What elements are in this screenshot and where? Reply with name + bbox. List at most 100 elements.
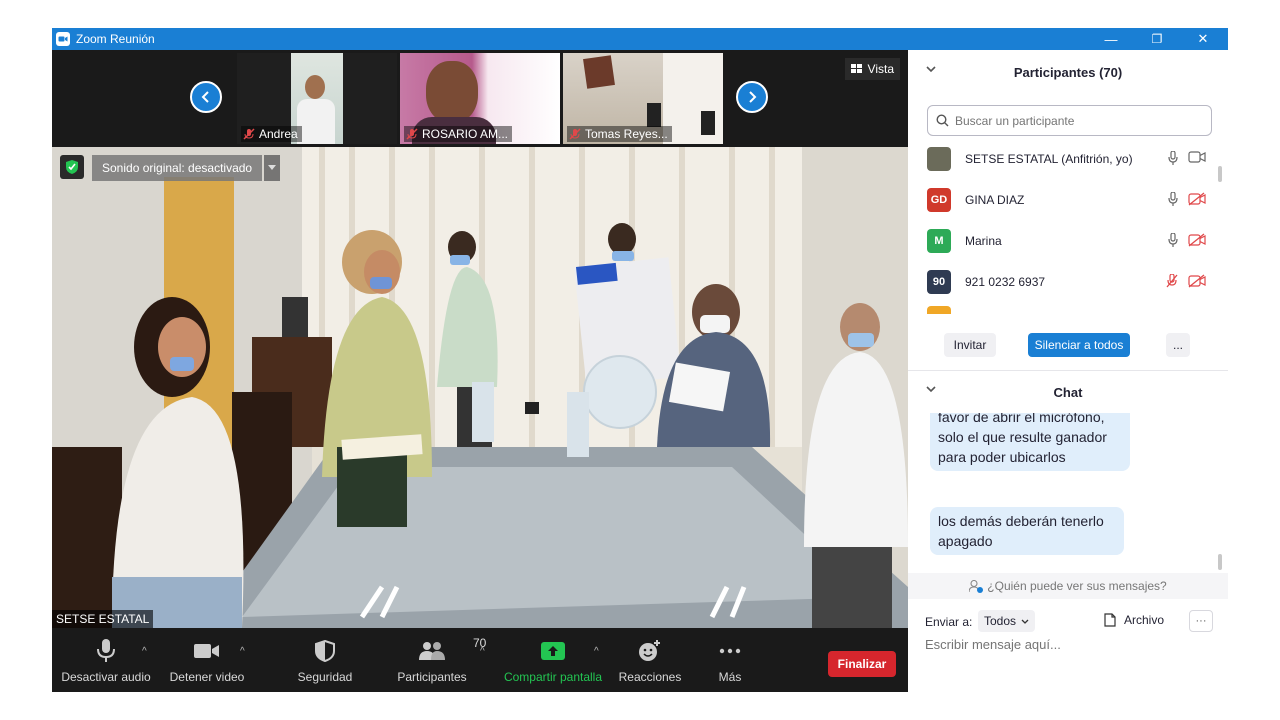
participant-row[interactable]: SETSE ESTATAL (Anfitrión, yo): [908, 138, 1228, 179]
video-area: Andrea ROSARIO AM... Tomas Reyes... Vist…: [52, 50, 908, 692]
avatar: GD: [927, 187, 951, 212]
mute-all-button[interactable]: Silenciar a todos: [1028, 333, 1130, 357]
caret-down-icon: [268, 165, 277, 170]
chat-header[interactable]: Chat: [908, 370, 1228, 414]
participants-more-button[interactable]: ...: [1166, 333, 1190, 357]
chat-title: Chat: [1053, 384, 1083, 400]
thumbnail-name: ROSARIO AM...: [422, 127, 509, 141]
participants-button[interactable]: 70 Participantes: [392, 636, 486, 684]
participant-list: SETSE ESTATAL (Anfitrión, yo) GD GINA DI…: [908, 138, 1228, 314]
participant-row[interactable]: M Marina: [908, 220, 1228, 261]
mute-audio-label: Desactivar audio: [61, 670, 151, 684]
stop-video-button[interactable]: Detener video: [164, 638, 250, 684]
next-page-button[interactable]: [736, 81, 768, 113]
smiley-add-icon: [639, 640, 660, 661]
original-sound-dropdown[interactable]: [264, 155, 281, 181]
original-sound-label: Sonido original: desactivado: [92, 155, 263, 181]
audio-options-caret[interactable]: ^: [142, 646, 147, 657]
video-thumbnail[interactable]: Andrea: [237, 53, 397, 144]
shield-icon: [66, 160, 78, 174]
chat-send-row: Enviar a: Todos Archivo ···: [908, 607, 1228, 637]
microphone-icon[interactable]: [1168, 151, 1178, 165]
thumbnail-label: Andrea: [241, 126, 302, 142]
video-off-icon[interactable]: [1188, 192, 1206, 206]
chevron-down-icon: [926, 386, 936, 393]
video-thumbnail[interactable]: ROSARIO AM...: [400, 53, 560, 144]
reactions-button[interactable]: Reacciones: [616, 638, 684, 684]
who-can-see-messages[interactable]: ¿Quién puede ver sus mensajes?: [908, 573, 1228, 599]
participant-row[interactable]: GD GINA DIAZ: [908, 179, 1228, 220]
file-icon: [1104, 613, 1116, 627]
chat-message: favor de abrir el micrófono, solo el que…: [930, 413, 1130, 471]
video-options-caret[interactable]: ^: [240, 646, 245, 657]
file-button[interactable]: Archivo: [1104, 613, 1164, 627]
video-camera-icon: [194, 644, 219, 658]
chevron-left-icon: [201, 91, 209, 103]
participant-row[interactable]: 90 921 0232 6937: [908, 261, 1228, 302]
chat-more-button[interactable]: ···: [1189, 610, 1213, 632]
participant-name: Marina: [965, 233, 1002, 248]
mic-muted-icon[interactable]: [1166, 274, 1178, 288]
restore-button[interactable]: ❐: [1134, 28, 1180, 50]
thumbnail-label: ROSARIO AM...: [404, 126, 513, 142]
video-camera-icon[interactable]: [1188, 151, 1206, 163]
thumbnail-label: Tomas Reyes...: [567, 126, 672, 142]
send-to-value: Todos: [984, 614, 1017, 628]
participant-search[interactable]: [927, 105, 1212, 136]
participant-search-input[interactable]: [955, 113, 1195, 128]
zoom-logo-icon: [56, 32, 70, 46]
security-button[interactable]: Seguridad: [290, 638, 360, 684]
search-icon: [936, 114, 949, 127]
chevron-down-icon: [926, 66, 936, 73]
microphone-icon[interactable]: [1168, 233, 1178, 247]
participant-name: GINA DIAZ: [965, 192, 1025, 207]
microphone-icon: [97, 639, 115, 662]
share-screen-button[interactable]: Compartir pantalla: [502, 638, 604, 684]
who-sees-label: ¿Quién puede ver sus mensajes?: [987, 579, 1167, 593]
zoom-window: Zoom Reunión — ❐ ✕ Andrea ROSARIO AM... …: [52, 28, 1228, 692]
security-label: Seguridad: [297, 670, 353, 684]
video-off-icon[interactable]: [1188, 233, 1206, 247]
video-off-icon[interactable]: [1188, 274, 1206, 288]
thumbnail-strip: Andrea ROSARIO AM... Tomas Reyes... Vist…: [52, 50, 908, 147]
grid-view-icon: [850, 63, 862, 73]
mute-audio-button[interactable]: Desactivar audio: [61, 638, 151, 684]
share-options-caret[interactable]: ^: [594, 646, 599, 657]
chat-message-input[interactable]: [925, 637, 1215, 652]
original-sound-toggle[interactable]: Sonido original: desactivado: [92, 155, 281, 181]
view-label: Vista: [867, 62, 894, 76]
meeting-room-scene: [52, 147, 908, 628]
main-speaker-video[interactable]: Sonido original: desactivado SETSE ESTAT…: [52, 147, 908, 628]
minimize-button[interactable]: —: [1088, 28, 1134, 50]
end-meeting-button[interactable]: Finalizar: [828, 651, 896, 677]
share-screen-label: Compartir pantalla: [503, 670, 603, 684]
close-button[interactable]: ✕: [1180, 28, 1226, 50]
mic-muted-icon: [569, 128, 581, 140]
avatar: M: [927, 228, 951, 253]
more-label: Más: [718, 670, 742, 684]
prev-page-button[interactable]: [190, 81, 222, 113]
meeting-toolbar: Desactivar audio ^ Detener video ^ Segur…: [52, 628, 908, 692]
participants-header[interactable]: Participantes (70): [908, 50, 1228, 94]
window-title: Zoom Reunión: [76, 32, 155, 46]
send-to-dropdown[interactable]: Todos: [978, 610, 1036, 632]
invite-button[interactable]: Invitar: [944, 333, 996, 357]
stop-video-label: Detener video: [169, 670, 245, 684]
participant-list-scrollbar[interactable]: [1218, 166, 1222, 182]
thumbnail-name: Andrea: [259, 127, 298, 141]
chevron-right-icon: [749, 91, 757, 103]
security-shield-indicator[interactable]: [60, 155, 84, 179]
chat-scrollbar[interactable]: [1218, 554, 1222, 570]
more-dots-icon: [719, 648, 741, 654]
view-button[interactable]: Vista: [844, 58, 900, 80]
avatar: [927, 306, 951, 314]
microphone-icon[interactable]: [1168, 192, 1178, 206]
video-thumbnail[interactable]: Tomas Reyes...: [563, 53, 723, 144]
chevron-down-icon: [1021, 619, 1029, 624]
participants-options-caret[interactable]: ^: [480, 646, 485, 657]
thumbnail-name: Tomas Reyes...: [585, 127, 668, 141]
side-panel: Participantes (70) SETSE ESTATAL (Anfitr…: [908, 50, 1228, 692]
reactions-label: Reacciones: [618, 670, 682, 684]
avatar: 90: [927, 269, 951, 294]
more-button[interactable]: Más: [712, 638, 748, 684]
